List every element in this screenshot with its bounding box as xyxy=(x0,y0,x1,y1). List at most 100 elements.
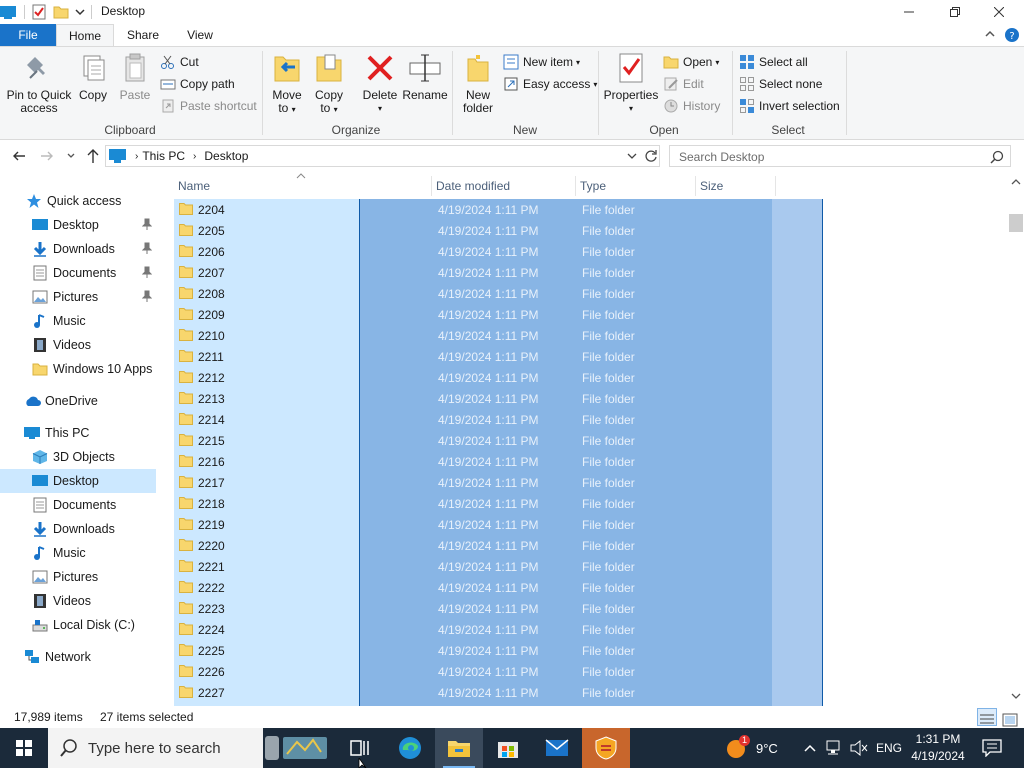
file-explorer-taskbar-button[interactable] xyxy=(435,728,483,768)
store-taskbar-button[interactable] xyxy=(484,728,532,768)
edit-button[interactable]: Edit xyxy=(663,74,704,94)
taskbar-search-box[interactable]: Type here to search xyxy=(48,728,327,768)
table-row[interactable]: 2226 4/19/2024 1:11 PM File folder xyxy=(174,661,774,682)
properties-check-icon[interactable] xyxy=(31,4,47,20)
table-row[interactable]: 2218 4/19/2024 1:11 PM File folder xyxy=(174,493,774,514)
clock[interactable]: 1:31 PM 4/19/2024 xyxy=(906,731,970,765)
nav-pc-localdisk[interactable]: Local Disk (C:) xyxy=(0,613,156,637)
column-header-date[interactable]: Date modified xyxy=(432,176,576,196)
nav-pc-desktop[interactable]: Desktop xyxy=(0,469,156,493)
select-all-button[interactable]: Select all xyxy=(739,52,808,72)
table-row[interactable]: 2210 4/19/2024 1:11 PM File folder xyxy=(174,325,774,346)
easy-access-button[interactable]: Easy access ▾ xyxy=(503,74,597,94)
nav-pc-downloads[interactable]: Downloads xyxy=(0,517,156,541)
nav-onedrive[interactable]: OneDrive xyxy=(0,389,156,413)
search-box[interactable]: Search Desktop xyxy=(669,145,1011,167)
edge-taskbar-button[interactable] xyxy=(386,728,434,768)
table-row[interactable]: 2204 4/19/2024 1:11 PM File folder xyxy=(174,199,774,220)
drag-selection-rectangle[interactable] xyxy=(772,199,823,706)
weather-widget[interactable]: 1 9°C xyxy=(726,728,778,768)
history-button[interactable]: History xyxy=(663,96,720,116)
open-button[interactable]: Open ▾ xyxy=(663,52,719,72)
table-row[interactable]: 2224 4/19/2024 1:11 PM File folder xyxy=(174,619,774,640)
invert-selection-button[interactable]: Invert selection xyxy=(739,96,840,116)
address-dropdown-icon[interactable] xyxy=(626,150,638,162)
pin-icon[interactable] xyxy=(142,218,152,230)
table-row[interactable]: 2227 4/19/2024 1:11 PM File folder xyxy=(174,682,774,703)
table-row[interactable]: 2208 4/19/2024 1:11 PM File folder xyxy=(174,283,774,304)
close-button[interactable] xyxy=(976,0,1022,24)
search-input[interactable]: Search Desktop xyxy=(679,150,764,164)
nav-qa-desktop[interactable]: Desktop xyxy=(0,213,156,237)
table-row[interactable]: 2216 4/19/2024 1:11 PM File folder xyxy=(174,451,774,472)
table-row[interactable]: 2212 4/19/2024 1:11 PM File folder xyxy=(174,367,774,388)
nav-quick-access[interactable]: Quick access xyxy=(0,189,156,213)
table-row[interactable]: 2209 4/19/2024 1:11 PM File folder xyxy=(174,304,774,325)
properties-button[interactable]: Properties ▾ xyxy=(603,51,659,115)
table-row[interactable]: 2213 4/19/2024 1:11 PM File folder xyxy=(174,388,774,409)
table-row[interactable]: 2222 4/19/2024 1:11 PM File folder xyxy=(174,577,774,598)
delete-button[interactable]: Delete ▾ xyxy=(360,51,400,115)
new-item-button[interactable]: New item ▾ xyxy=(503,52,580,72)
chevron-down-icon[interactable] xyxy=(75,7,85,17)
cut-button[interactable]: Cut xyxy=(160,52,199,72)
tab-home[interactable]: Home xyxy=(56,24,114,47)
breadcrumb-this-pc[interactable]: This PC xyxy=(142,149,185,163)
nav-pc-music[interactable]: Music xyxy=(0,541,156,565)
column-header-name[interactable]: Name xyxy=(174,173,432,196)
taskbar-search-input[interactable]: Type here to search xyxy=(88,740,221,757)
minimize-button[interactable] xyxy=(886,0,932,24)
pin-icon[interactable] xyxy=(142,266,152,278)
copy-to-button[interactable]: Copy to ▾ xyxy=(312,51,346,116)
mail-taskbar-button[interactable] xyxy=(533,728,581,768)
new-folder-quick-icon[interactable] xyxy=(53,5,69,19)
table-row[interactable]: 2221 4/19/2024 1:11 PM File folder xyxy=(174,556,774,577)
show-hidden-icons-chevron-icon[interactable] xyxy=(804,743,816,753)
search-highlights-icon[interactable] xyxy=(263,734,329,762)
column-header-type[interactable]: Type xyxy=(576,176,696,196)
scrollbar-thumb[interactable] xyxy=(1009,214,1023,232)
help-icon[interactable]: ? xyxy=(1004,27,1020,43)
table-row[interactable]: 2211 4/19/2024 1:11 PM File folder xyxy=(174,346,774,367)
new-folder-button[interactable]: New folder xyxy=(458,51,498,115)
table-row[interactable]: 2217 4/19/2024 1:11 PM File folder xyxy=(174,472,774,493)
move-to-button[interactable]: Move to ▾ xyxy=(270,51,304,116)
nav-qa-documents[interactable]: Documents xyxy=(0,261,156,285)
back-arrow-icon[interactable] xyxy=(12,149,26,163)
nav-pc-3dobjects[interactable]: 3D Objects xyxy=(0,445,156,469)
nav-pc-documents[interactable]: Documents xyxy=(0,493,156,517)
maximize-button[interactable] xyxy=(932,0,978,24)
volume-muted-icon[interactable] xyxy=(850,740,868,756)
select-none-button[interactable]: Select none xyxy=(739,74,822,94)
network-tray-icon[interactable] xyxy=(826,740,844,756)
nav-pc-videos[interactable]: Videos xyxy=(0,589,156,613)
start-button[interactable] xyxy=(0,728,48,768)
rename-button[interactable]: Rename xyxy=(402,51,448,102)
recent-locations-chevron-icon[interactable] xyxy=(66,151,76,161)
nav-this-pc[interactable]: This PC xyxy=(0,421,156,445)
scroll-down-arrow-icon[interactable] xyxy=(1011,692,1021,700)
table-row[interactable]: 2206 4/19/2024 1:11 PM File folder xyxy=(174,241,774,262)
tab-share[interactable]: Share xyxy=(114,24,172,46)
forward-arrow-icon[interactable] xyxy=(40,149,54,163)
scroll-up-arrow-icon[interactable] xyxy=(1011,178,1021,186)
search-icon[interactable] xyxy=(990,150,1004,164)
pin-to-quick-access-button[interactable]: Pin to Quick access xyxy=(6,51,72,115)
table-row[interactable]: 2225 4/19/2024 1:11 PM File folder xyxy=(174,640,774,661)
vertical-scrollbar[interactable] xyxy=(1008,172,1024,706)
refresh-icon[interactable] xyxy=(644,149,658,163)
notifications-icon[interactable] xyxy=(982,739,1002,757)
table-row[interactable]: 2215 4/19/2024 1:11 PM File folder xyxy=(174,430,774,451)
nav-qa-downloads[interactable]: Downloads xyxy=(0,237,156,261)
nav-qa-pictures[interactable]: Pictures xyxy=(0,285,156,309)
breadcrumb-separator-icon[interactable]: › xyxy=(193,151,196,162)
tab-file[interactable]: File xyxy=(0,24,56,46)
table-row[interactable]: 2220 4/19/2024 1:11 PM File folder xyxy=(174,535,774,556)
nav-qa-videos[interactable]: Videos xyxy=(0,333,156,357)
breadcrumb-desktop[interactable]: Desktop xyxy=(204,149,248,163)
pin-icon[interactable] xyxy=(142,290,152,302)
up-arrow-icon[interactable] xyxy=(86,148,100,164)
nav-pc-pictures[interactable]: Pictures xyxy=(0,565,156,589)
copy-path-button[interactable]: Copy path xyxy=(160,74,235,94)
chevron-up-icon[interactable] xyxy=(984,28,996,40)
